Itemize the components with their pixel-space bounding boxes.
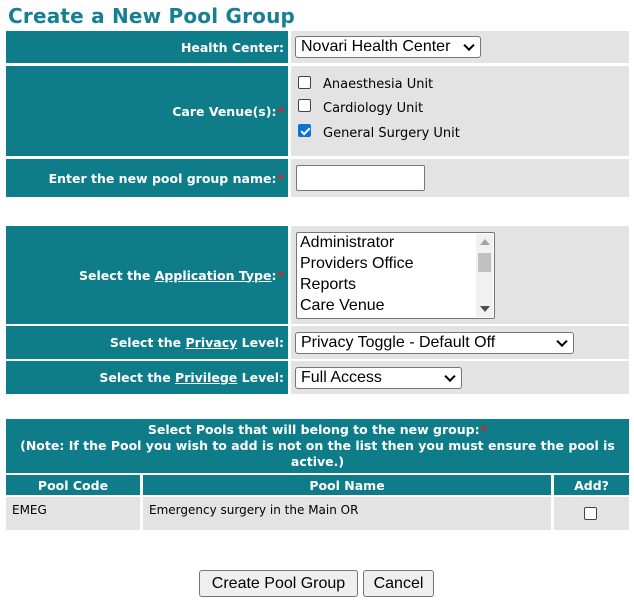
pool-add-cell — [554, 497, 629, 530]
care-venue-row: Care Venue(s): * Anaesthesia Unit Cardiol… — [6, 66, 629, 156]
checkbox-label: Cardiology Unit — [323, 101, 424, 116]
required-marker: * — [480, 422, 488, 437]
checkbox-anaesthesia-unit[interactable] — [298, 76, 311, 89]
checkbox-label: General Surgery Unit — [323, 126, 460, 141]
scroll-up-icon[interactable] — [480, 239, 490, 245]
listbox-scrollbar[interactable] — [476, 234, 493, 317]
health-center-label: Health Center: — [6, 31, 288, 63]
chevron-down-icon — [444, 370, 456, 382]
privilege-link[interactable]: Privilege — [175, 370, 237, 385]
pool-group-name-row: Enter the new pool group name: * — [6, 159, 629, 197]
pool-code-cell: EMEG — [6, 497, 140, 530]
page-title: Create a New Pool Group — [8, 4, 296, 28]
pools-section-header: Select Pools that will belong to the new… — [6, 419, 629, 473]
application-type-link[interactable]: Application Type — [155, 268, 272, 283]
listbox-option[interactable]: Care Venue — [297, 296, 494, 317]
privacy-level-row: Select the Privacy Level: Privacy Toggle… — [6, 326, 629, 359]
chevron-down-icon — [556, 335, 568, 347]
pool-name-cell: Emergency surgery in the Main OR — [143, 497, 551, 530]
pools-note: (Note: If the Pool you wish to add is no… — [20, 438, 615, 469]
scroll-thumb[interactable] — [478, 253, 491, 272]
scroll-down-icon[interactable] — [480, 306, 490, 312]
application-type-row: Select the Application Type: * Administra… — [6, 226, 629, 324]
column-header-pool-name: Pool Name — [143, 475, 551, 495]
column-header-add: Add? — [554, 475, 629, 495]
privacy-level-label: Select the Privacy Level: — [6, 326, 288, 359]
chevron-down-icon — [463, 39, 475, 52]
required-marker: * — [277, 103, 284, 119]
privilege-level-select[interactable]: Full Access — [295, 366, 462, 389]
checkbox-general-surgery-unit[interactable] — [298, 124, 311, 137]
checkbox-cardiology-unit[interactable] — [298, 99, 311, 112]
care-venue-label: Care Venue(s): * — [6, 66, 288, 156]
add-pool-checkbox[interactable] — [584, 507, 597, 520]
privilege-level-row: Select the Privilege Level: Full Access — [6, 361, 629, 394]
pool-group-name-label: Enter the new pool group name: * — [6, 159, 288, 197]
checkbox-label: Anaesthesia Unit — [323, 77, 434, 92]
pool-group-name-input[interactable] — [296, 165, 425, 191]
listbox-option[interactable]: Administrator — [297, 233, 494, 254]
application-type-listbox[interactable]: Administrator Providers Office Reports C… — [296, 232, 495, 319]
required-marker: * — [277, 170, 284, 186]
privacy-level-select[interactable]: Privacy Toggle - Default Off — [295, 331, 574, 354]
privacy-link[interactable]: Privacy — [186, 335, 238, 350]
required-marker: * — [277, 267, 284, 283]
health-center-select[interactable]: Novari Health Center — [295, 36, 481, 58]
column-header-pool-code: Pool Code — [6, 475, 140, 495]
listbox-option[interactable]: Providers Office — [297, 254, 494, 275]
create-pool-group-button[interactable]: Create Pool Group — [199, 570, 358, 597]
privilege-level-label: Select the Privilege Level: — [6, 361, 288, 394]
listbox-option[interactable]: Reports — [297, 275, 494, 296]
health-center-row: Health Center: Novari Health Center — [6, 31, 629, 63]
cancel-button[interactable]: Cancel — [363, 570, 434, 597]
application-type-label: Select the Application Type: * — [6, 226, 288, 324]
